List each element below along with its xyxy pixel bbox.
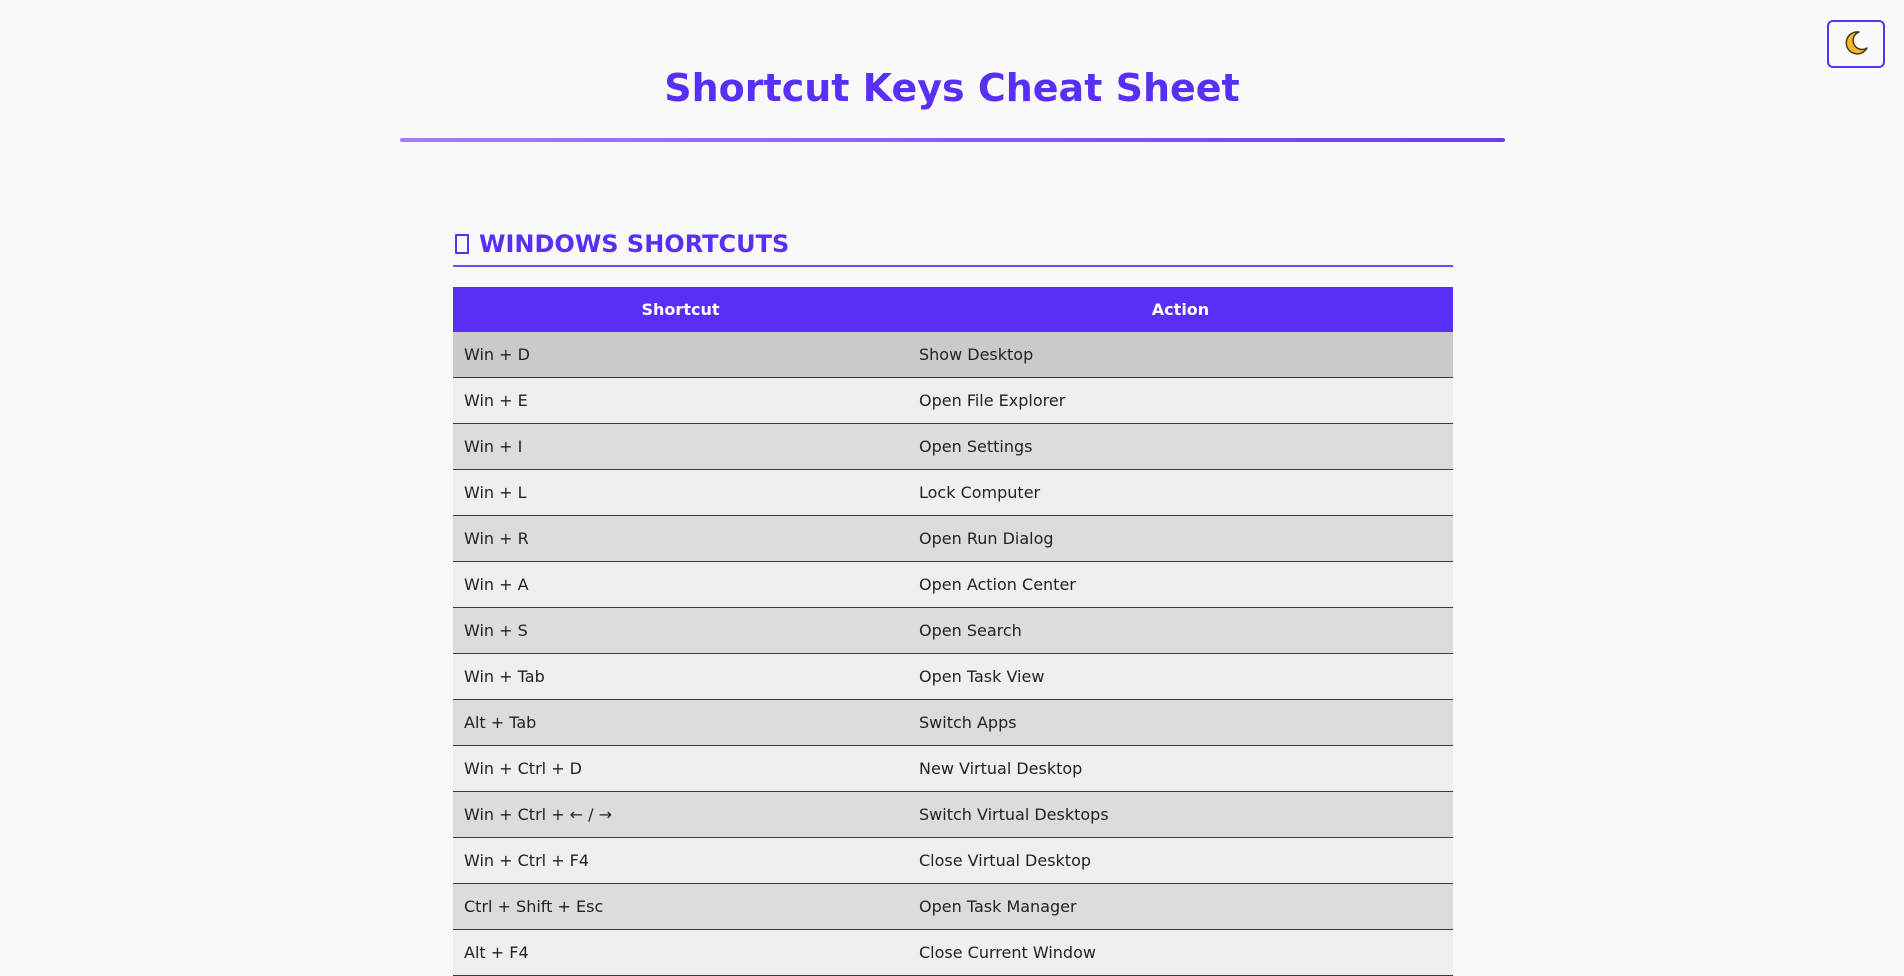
column-header-action: Action [908, 287, 1453, 332]
table-row: Win + R Open Run Dialog [453, 515, 1453, 562]
table-row: Win + E Open File Explorer [453, 377, 1453, 424]
action-cell: Open File Explorer [908, 377, 1453, 424]
action-cell: Switch Apps [908, 699, 1453, 746]
action-cell: Open Task View [908, 653, 1453, 700]
shortcuts-table: Shortcut Action Win + D Show Desktop Win +… [453, 287, 1453, 976]
action-cell: Show Desktop [908, 332, 1453, 378]
table-header-row: Shortcut Action [453, 287, 1453, 332]
table-row: Alt + Tab Switch Apps [453, 699, 1453, 746]
action-cell: Open Action Center [908, 561, 1453, 608]
table-row: Win + A Open Action Center [453, 561, 1453, 608]
action-cell: New Virtual Desktop [908, 745, 1453, 792]
shortcut-cell: Win + A [453, 561, 908, 608]
shortcut-cell: Win + Ctrl + F4 [453, 837, 908, 884]
action-cell: Lock Computer [908, 469, 1453, 516]
table-row: Win + Ctrl + D New Virtual Desktop [453, 745, 1453, 792]
windows-shortcuts-section: WINDOWS SHORTCUTS Shortcut Action Win + … [453, 224, 1453, 976]
shortcut-cell: Win + Ctrl + D [453, 745, 908, 792]
shortcut-cell: Win + L [453, 469, 908, 516]
table-row: Alt + F4 Close Current Window [453, 929, 1453, 976]
shortcut-cell: Alt + F4 [453, 929, 908, 976]
shortcut-cell: Win + Tab [453, 653, 908, 700]
action-cell: Switch Virtual Desktops [908, 791, 1453, 838]
action-cell: Open Settings [908, 423, 1453, 470]
table-row: Win + Ctrl + F4 Close Virtual Desktop [453, 837, 1453, 884]
section-divider [453, 265, 1453, 267]
table-row: Win + I Open Settings [453, 423, 1453, 470]
action-cell: Open Task Manager [908, 883, 1453, 930]
shortcut-cell: Win + S [453, 607, 908, 654]
action-cell: Open Search [908, 607, 1453, 654]
action-cell: Close Current Window [908, 929, 1453, 976]
title-divider [400, 138, 1505, 142]
table-row: Win + S Open Search [453, 607, 1453, 654]
shortcut-cell: Win + R [453, 515, 908, 562]
table-row: Win + D Show Desktop [453, 332, 1453, 378]
shortcut-cell: Win + I [453, 423, 908, 470]
action-cell: Open Run Dialog [908, 515, 1453, 562]
table-row: Win + Ctrl + ← / → Switch Virtual Desktop… [453, 791, 1453, 838]
table-row: Ctrl + Shift + Esc Open Task Manager [453, 883, 1453, 930]
shortcut-cell: Ctrl + Shift + Esc [453, 883, 908, 930]
action-cell: Close Virtual Desktop [908, 837, 1453, 884]
shortcut-cell: Win + Ctrl + ← / → [453, 791, 908, 838]
shortcut-cell: Alt + Tab [453, 699, 908, 746]
moon-icon [1842, 29, 1870, 60]
shortcut-cell: Win + D [453, 332, 908, 378]
table-row: Win + L Lock Computer [453, 469, 1453, 516]
square-icon [455, 234, 469, 254]
shortcut-cell: Win + E [453, 377, 908, 424]
page-title: Shortcut Keys Cheat Sheet [664, 66, 1240, 110]
section-heading: WINDOWS SHORTCUTS [453, 224, 1453, 264]
table-row: Win + Tab Open Task View [453, 653, 1453, 700]
column-header-shortcut: Shortcut [453, 287, 908, 332]
section-heading-label: WINDOWS SHORTCUTS [479, 230, 790, 258]
